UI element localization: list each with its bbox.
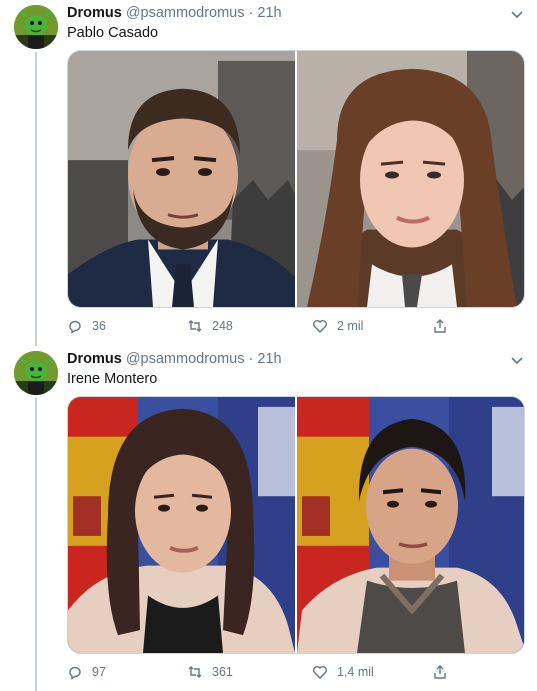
separator: ·: [248, 5, 254, 21]
reply-button[interactable]: 36: [67, 316, 106, 336]
tweet-text: Irene Montero: [67, 371, 158, 387]
tweet-actions: 36 248 2 mil: [67, 316, 525, 336]
photo[interactable]: [297, 397, 524, 653]
handle[interactable]: @psammodromus: [126, 351, 245, 367]
chevron-down-icon[interactable]: [510, 7, 524, 21]
photo[interactable]: [297, 51, 524, 307]
tweet-media[interactable]: [67, 50, 525, 308]
retweet-button[interactable]: 248: [187, 316, 233, 336]
tweet-media[interactable]: [67, 396, 525, 654]
like-button[interactable]: 1,4 mil: [312, 662, 374, 682]
display-name[interactable]: Dromus: [67, 5, 122, 21]
reply-count: 97: [92, 665, 106, 679]
separator: ·: [248, 351, 254, 367]
share-icon: [434, 665, 446, 679]
tweet-header: Dromus @psammodromus · 21h: [67, 350, 282, 368]
like-count: 1,4 mil: [337, 665, 374, 679]
retweet-icon: [188, 320, 202, 332]
photo[interactable]: [68, 397, 295, 653]
tweet-actions: 97 361 1,4 mil: [67, 662, 525, 682]
handle[interactable]: @psammodromus: [126, 5, 245, 21]
photo[interactable]: [68, 51, 295, 307]
retweet-count: 248: [212, 319, 233, 333]
retweet-button[interactable]: 361: [187, 662, 233, 682]
like-icon: [313, 320, 327, 333]
share-button[interactable]: [432, 316, 457, 336]
like-count: 2 mil: [337, 319, 364, 333]
timestamp[interactable]: 21h: [257, 351, 281, 367]
timestamp[interactable]: 21h: [257, 5, 281, 21]
like-button[interactable]: 2 mil: [312, 316, 363, 336]
reply-count: 36: [92, 319, 106, 333]
reply-icon: [69, 320, 81, 334]
retweet-count: 361: [212, 665, 233, 679]
reply-icon: [69, 666, 81, 680]
reply-button[interactable]: 97: [67, 662, 106, 682]
chevron-down-icon[interactable]: [510, 353, 524, 367]
retweet-icon: [188, 666, 202, 678]
tweet-text: Pablo Casado: [67, 25, 159, 41]
tweet-header: Dromus @psammodromus · 21h: [67, 4, 282, 22]
like-icon: [313, 666, 327, 679]
display-name[interactable]: Dromus: [67, 351, 122, 367]
tweet[interactable]: Dromus @psammodromus · 21h Irene Montero: [0, 346, 537, 691]
share-button[interactable]: [432, 662, 457, 682]
share-icon: [434, 319, 446, 333]
tweet[interactable]: Dromus @psammodromus · 21h Pablo Casado: [0, 0, 537, 346]
avatar[interactable]: [14, 351, 58, 395]
avatar[interactable]: [14, 5, 58, 49]
